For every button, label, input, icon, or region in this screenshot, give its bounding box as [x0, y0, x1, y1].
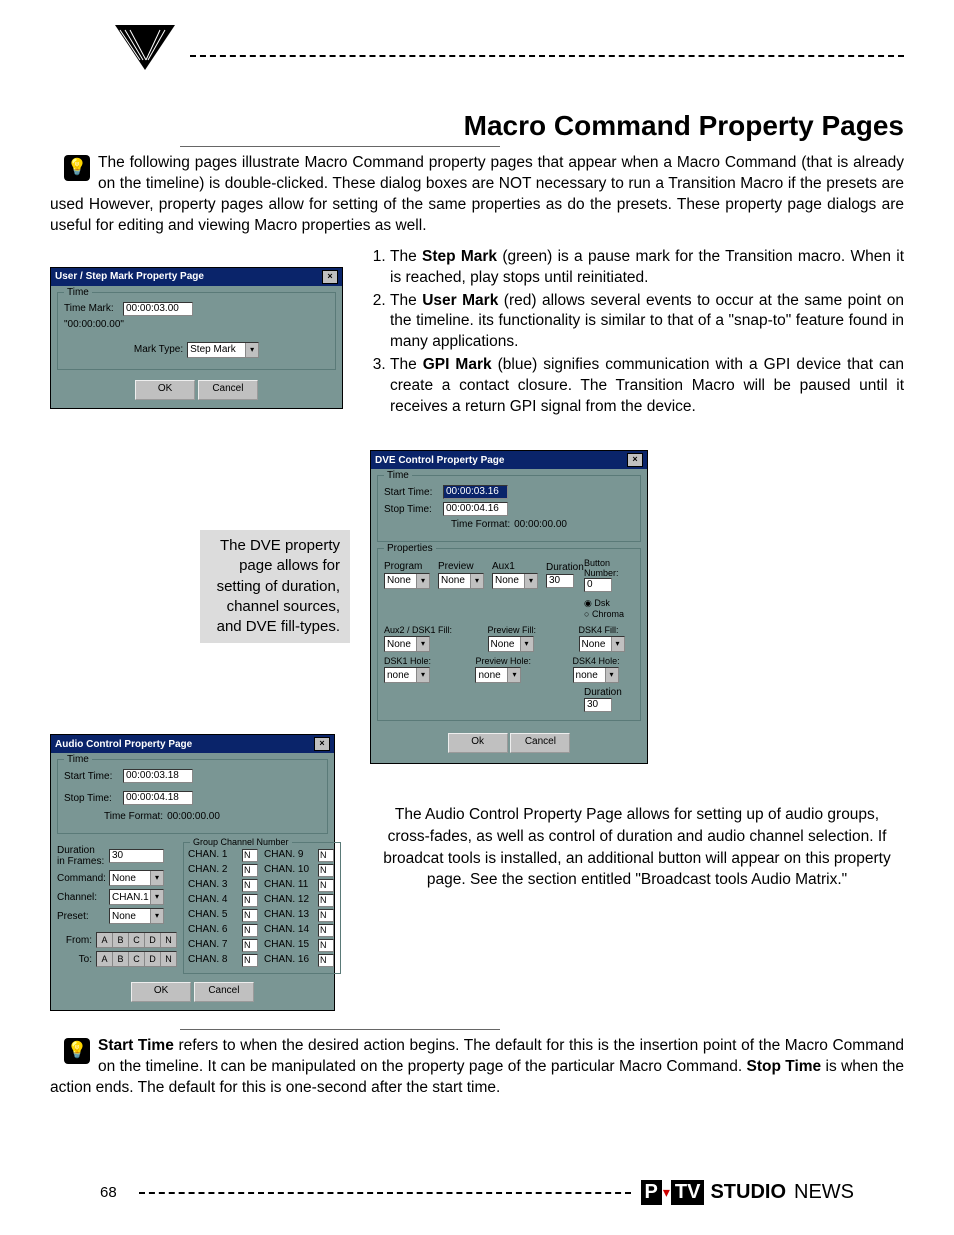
chan-input[interactable]: N [242, 954, 258, 967]
duration-input[interactable]: 30 [546, 574, 574, 588]
cancel-button[interactable]: Cancel [198, 380, 258, 400]
chan-input[interactable]: N [318, 849, 334, 862]
title-rule [180, 146, 500, 147]
intro-text: The following pages illustrate Macro Com… [50, 154, 904, 234]
time-legend: Time [64, 287, 92, 298]
chan-input[interactable]: N [318, 924, 334, 937]
stop-time-input[interactable]: 00:00:04.18 [123, 791, 193, 805]
close-icon[interactable]: × [322, 270, 338, 284]
preset-select[interactable]: None [109, 908, 164, 924]
lightbulb-icon: 💡 [64, 1038, 90, 1064]
ok-button[interactable]: OK [135, 380, 195, 400]
close-icon[interactable]: × [314, 737, 330, 751]
dsk4-hole-select[interactable]: none [573, 667, 619, 683]
dialog-title: Audio Control Property Page [55, 739, 192, 750]
footer-brand: P ▾ TV STUDIO NEWS [641, 1180, 855, 1205]
chan-input[interactable]: N [242, 864, 258, 877]
mark-type-label: Mark Type: [134, 344, 183, 355]
lightbulb-icon: 💡 [64, 155, 90, 181]
chan-input[interactable]: N [242, 939, 258, 952]
start-time-input[interactable]: 00:00:03.16 [443, 485, 508, 499]
dsk1-hole-select[interactable]: none [384, 667, 430, 683]
chroma-radio[interactable]: ○ Chroma [584, 609, 634, 619]
chan-input[interactable]: N [318, 864, 334, 877]
dialog-title: User / Step Mark Property Page [55, 271, 204, 282]
command-select[interactable]: None [109, 870, 164, 886]
preview-fill-select[interactable]: None [488, 636, 534, 652]
dve-caption: The DVE property page allows for setting… [200, 530, 350, 643]
dialog-title: DVE Control Property Page [375, 455, 504, 466]
preview-hole-select[interactable]: none [475, 667, 521, 683]
chan-input[interactable]: N [318, 909, 334, 922]
header-divider [190, 55, 904, 57]
chan-input[interactable]: N [318, 939, 334, 952]
duration2-input[interactable]: 30 [584, 698, 612, 712]
from-toggles[interactable]: ABCDN [96, 932, 177, 948]
mark-types-list: The Step Mark (green) is a pause mark fo… [370, 247, 904, 418]
audio-control-dialog: Audio Control Property Page × Time Start… [50, 734, 335, 1011]
audio-caption: The Audio Control Property Page allows f… [370, 804, 904, 891]
cancel-button[interactable]: Cancel [194, 982, 254, 1002]
duration-frames-input[interactable]: 30 [109, 849, 164, 863]
time-mark-input[interactable]: 00:00:03.00 [123, 302, 193, 316]
preview-select[interactable]: None [438, 573, 484, 589]
page-number: 68 [100, 1184, 117, 1201]
aux1-select[interactable]: None [492, 573, 538, 589]
chan-input[interactable]: N [242, 849, 258, 862]
footer-divider [139, 1192, 631, 1194]
stop-time-input[interactable]: 00:00:04.16 [443, 502, 508, 516]
button-number-input[interactable]: 0 [584, 578, 612, 592]
chan-input[interactable]: N [242, 894, 258, 907]
start-time-input[interactable]: 00:00:03.18 [123, 769, 193, 783]
ok-button[interactable]: OK [131, 982, 191, 1002]
channel-grid: CHAN. 1NCHAN. 9NCHAN. 2NCHAN. 10NCHAN. 3… [188, 849, 336, 967]
chan-input[interactable]: N [242, 909, 258, 922]
chan-input[interactable]: N [242, 924, 258, 937]
dsk-radio[interactable]: ◉ Dsk [584, 598, 634, 609]
dsk4-fill-select[interactable]: None [579, 636, 625, 652]
chan-input[interactable]: N [318, 879, 334, 892]
chan-input[interactable]: N [318, 894, 334, 907]
close-icon[interactable]: × [627, 453, 643, 467]
time-format-label: "00:00:00.00" [64, 319, 124, 330]
page-title: Macro Command Property Pages [50, 110, 904, 142]
channel-select[interactable]: CHAN.1 [109, 889, 164, 905]
header-logo [110, 20, 180, 78]
aux2-select[interactable]: None [384, 636, 430, 652]
chan-input[interactable]: N [318, 954, 334, 967]
chan-input[interactable]: N [242, 879, 258, 892]
dve-control-dialog: DVE Control Property Page × Time Start T… [370, 450, 648, 764]
mark-type-select[interactable]: Step Mark [187, 342, 259, 358]
program-select[interactable]: None [384, 573, 430, 589]
to-toggles[interactable]: ABCDN [96, 951, 177, 967]
time-mark-label: Time Mark: [64, 303, 119, 314]
user-step-mark-dialog: User / Step Mark Property Page × Time Ti… [50, 267, 343, 409]
